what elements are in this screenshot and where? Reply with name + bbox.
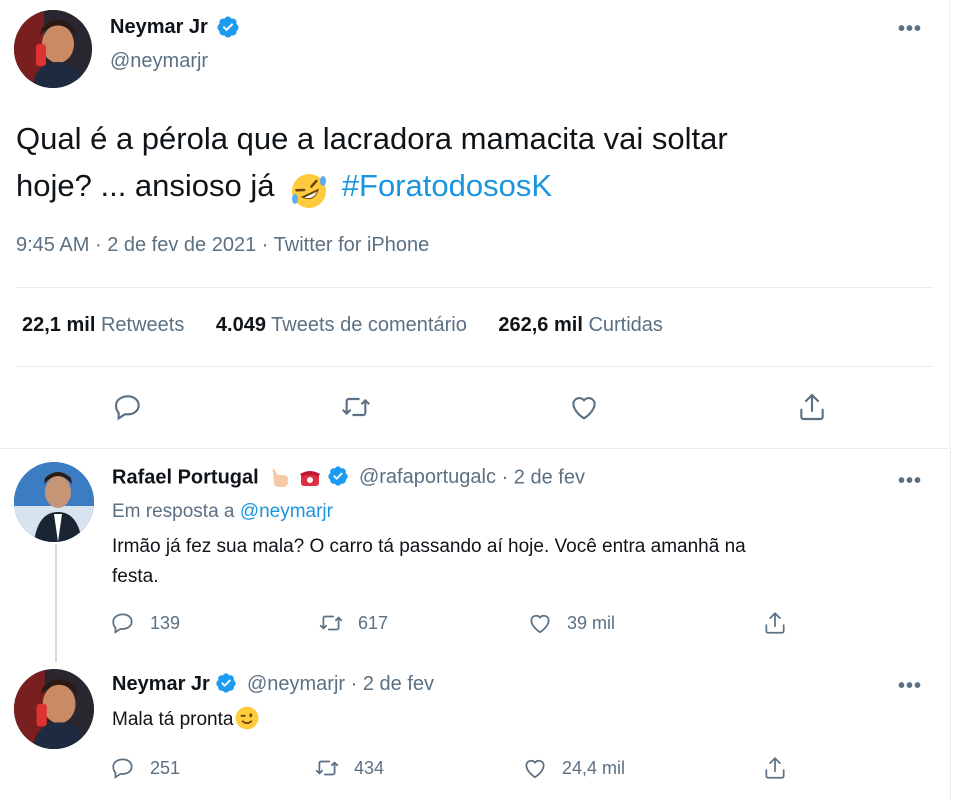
comments-stat[interactable]: 4.049 Tweets de comentário — [216, 314, 467, 336]
retweets-stat[interactable]: 22,1 mil Retweets — [22, 314, 184, 336]
retweet-icon — [315, 760, 339, 776]
main-tweet: Neymar Jr @neymarjr ••• Qual é a pérola … — [0, 0, 950, 448]
retweet-button[interactable]: 434 — [314, 755, 384, 781]
heart-icon — [530, 614, 550, 634]
reply-button[interactable]: 251 — [110, 755, 180, 781]
thread-line — [55, 544, 57, 662]
reply-author-avatar[interactable] — [14, 669, 94, 749]
author-name[interactable]: Neymar Jr — [110, 16, 208, 38]
tweet-stats: 22,1 mil Retweets 4.049 Tweets de coment… — [22, 314, 689, 337]
reply-to-mention[interactable]: @neymarjr — [240, 501, 333, 522]
divider — [16, 287, 933, 288]
like-button[interactable]: 39 mil — [527, 610, 615, 636]
comments-label: Tweets de comentário — [271, 314, 467, 336]
like-count: 39 mil — [567, 612, 616, 633]
reply-author-name[interactable]: Neymar Jr — [112, 673, 210, 695]
reply-author-name[interactable]: Rafael Portugal — [112, 466, 259, 488]
retweet-count: 434 — [354, 757, 385, 778]
likes-stat[interactable]: 262,6 mil Curtidas — [498, 314, 663, 336]
reply-text: Mala tá pronta — [112, 705, 912, 735]
verified-badge-icon — [217, 16, 239, 38]
tweet-text-line2: hoje? ... ansioso já — [16, 168, 275, 203]
reply-tweet[interactable]: Neymar Jr @neymarjr · 2 de fev ••• Mala … — [0, 655, 950, 800]
reply-count: 251 — [150, 757, 181, 778]
more-options-icon[interactable]: ••• — [898, 470, 922, 493]
meta-separator: · — [94, 234, 102, 256]
more-options-icon[interactable]: ••• — [898, 18, 922, 41]
reply-to-line: Em resposta a @neymarjr — [112, 501, 333, 523]
reply-author-handle[interactable]: @neymarjr — [247, 673, 345, 695]
retweet-count: 617 — [358, 612, 389, 633]
tweet-meta: 9:45 AM · 2 de fev de 2021 · Twitter for… — [16, 234, 429, 257]
author-name-row: Neymar Jr — [110, 16, 240, 39]
divider — [16, 366, 933, 367]
reply-date[interactable]: 2 de fev — [363, 673, 434, 695]
reply-separator — [0, 448, 950, 449]
reply-author-handle[interactable]: @rafaportugalc — [359, 466, 496, 488]
winking-face-emoji-icon — [236, 706, 259, 730]
reply-button[interactable]: 139 — [110, 610, 180, 636]
share-button[interactable] — [762, 755, 788, 781]
reply-count: 139 — [150, 612, 181, 633]
retweet-icon — [319, 615, 343, 631]
heart-icon[interactable] — [568, 391, 600, 423]
rofl-emoji-icon — [292, 173, 327, 208]
retweet-icon[interactable] — [340, 391, 372, 423]
reply-icon — [112, 613, 133, 634]
tweet-source[interactable]: Twitter for iPhone — [274, 234, 430, 256]
author-avatar[interactable] — [14, 10, 92, 88]
reply-text: Irmão já fez sua mala? O carro tá passan… — [112, 532, 912, 592]
tweet-text: Qual é a pérola que a lacradora mamacita… — [16, 115, 916, 209]
like-count: 24,4 mil — [562, 757, 626, 778]
likes-count: 262,6 mil — [498, 314, 583, 336]
share-button[interactable] — [762, 610, 788, 636]
right-border — [950, 448, 951, 800]
reply-text-line1: Irmão já fez sua mala? O carro tá passan… — [112, 536, 746, 557]
share-icon — [765, 757, 785, 779]
author-handle[interactable]: @neymarjr — [110, 50, 208, 73]
reply-tweet[interactable]: Rafael Portugal @rafaportugalc · 2 de fe… — [0, 448, 950, 662]
retweet-button[interactable]: 617 — [318, 610, 388, 636]
reply-text-line2: festa. — [112, 566, 159, 587]
reply-author-avatar[interactable] — [14, 462, 94, 542]
call-me-hand-emoji-icon — [272, 469, 289, 487]
share-icon — [765, 612, 785, 634]
share-icon[interactable] — [796, 391, 828, 423]
tweet-date[interactable]: 2 de fev de 2021 — [107, 234, 256, 256]
comments-count: 4.049 — [215, 314, 266, 336]
reply-to-label: Em resposta a — [112, 501, 235, 522]
hashtag-link[interactable]: #ForatodososK — [342, 168, 552, 203]
verified-badge-icon — [216, 673, 237, 693]
retweets-count: 22,1 mil — [22, 314, 96, 336]
reply-name-row: Neymar Jr @neymarjr · 2 de fev — [112, 673, 434, 696]
verified-badge-icon — [328, 466, 349, 486]
meta-separator: · — [350, 673, 358, 695]
telephone-emoji-icon — [299, 471, 320, 486]
likes-label: Curtidas — [588, 314, 663, 336]
heart-icon — [525, 759, 545, 779]
like-button[interactable]: 24,4 mil — [522, 755, 625, 781]
tweet-text-line1: Qual é a pérola que a lacradora mamacita… — [16, 121, 728, 156]
retweets-label: Retweets — [100, 314, 185, 336]
reply-icon — [112, 758, 133, 779]
more-options-icon[interactable]: ••• — [898, 675, 922, 698]
reply-date[interactable]: 2 de fev — [514, 466, 585, 488]
meta-separator: · — [501, 466, 509, 489]
meta-separator: · — [261, 234, 269, 256]
reply-text-line1: Mala tá pronta — [112, 709, 234, 730]
reply-name-row: Rafael Portugal @rafaportugalc · 2 de fe… — [112, 466, 585, 490]
tweet-time[interactable]: 9:45 AM — [16, 234, 89, 256]
reply-icon[interactable] — [112, 391, 144, 423]
